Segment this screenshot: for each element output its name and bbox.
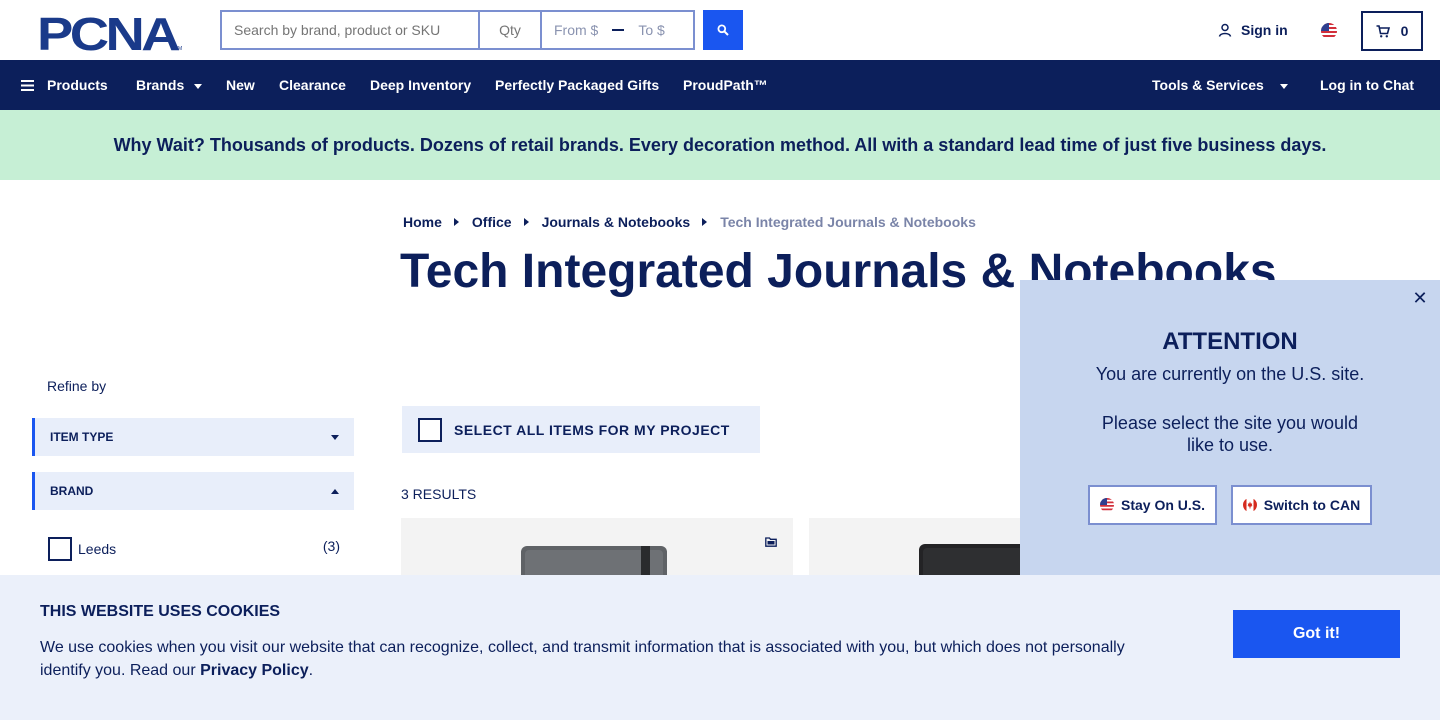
cart-icon bbox=[1376, 24, 1390, 37]
nav-clearance-label[interactable]: Clearance bbox=[279, 77, 346, 93]
nav-deep-inventory[interactable]: Deep Inventory bbox=[370, 60, 471, 110]
price-to[interactable]: To $ bbox=[638, 22, 664, 38]
refine-label: Refine by bbox=[47, 378, 107, 394]
select-all-label: SELECT ALL ITEMS FOR MY PROJECT bbox=[454, 421, 730, 438]
select-all-items[interactable]: SELECT ALL ITEMS FOR MY PROJECT bbox=[402, 406, 760, 453]
modal-title: ATTENTION bbox=[1162, 328, 1298, 355]
nav-brands[interactable]: Brands bbox=[136, 60, 203, 110]
nav-chat[interactable]: Log in to Chat bbox=[1320, 60, 1414, 110]
caret-right-icon bbox=[523, 218, 529, 226]
search-button[interactable] bbox=[703, 10, 743, 50]
nav-brands-label[interactable]: Brands bbox=[136, 77, 184, 93]
caret-right-icon bbox=[702, 218, 708, 226]
accept-cookies-button[interactable]: Got it! bbox=[1233, 610, 1400, 658]
caret-down-icon bbox=[194, 83, 203, 89]
facet-brand[interactable]: BRAND bbox=[32, 472, 354, 510]
dash-icon bbox=[612, 29, 625, 31]
nav-tools-label[interactable]: Tools & Services bbox=[1152, 77, 1264, 93]
search-bar: From $ To $ bbox=[220, 10, 695, 50]
nav-products-label[interactable]: Products bbox=[47, 77, 108, 93]
caret-up-icon bbox=[331, 488, 339, 494]
cookie-period: . bbox=[308, 662, 314, 679]
sign-in-label[interactable]: Sign in bbox=[1241, 22, 1288, 38]
switch-can-label[interactable]: Switch to CAN bbox=[1264, 497, 1360, 513]
nav-chat-label[interactable]: Log in to Chat bbox=[1320, 77, 1414, 93]
facet-label: BRAND bbox=[50, 484, 94, 498]
cookie-banner: THIS WEBSITE USES COOKIES We use cookies… bbox=[0, 575, 1440, 720]
results-count: 3 RESULTS bbox=[401, 486, 477, 502]
nav-clearance[interactable]: Clearance bbox=[279, 60, 346, 110]
nav-new-label[interactable]: New bbox=[226, 77, 255, 93]
search-input[interactable] bbox=[220, 10, 478, 50]
promo-banner-text: Why Wait? Thousands of products. Dozens … bbox=[113, 134, 1327, 155]
site-selection-modal: ✕ ATTENTION You are currently on the U.S… bbox=[1020, 280, 1440, 580]
close-icon[interactable]: ✕ bbox=[1410, 288, 1430, 308]
switch-can-button[interactable]: Switch to CAN bbox=[1231, 485, 1372, 525]
facet-option-label: Leeds bbox=[78, 541, 117, 557]
breadcrumb-office[interactable]: Office bbox=[472, 214, 512, 230]
user-icon bbox=[1218, 23, 1232, 37]
sign-in-link[interactable]: Sign in bbox=[1218, 22, 1288, 38]
nav-new[interactable]: New bbox=[226, 60, 255, 110]
logo-tm: TM bbox=[175, 46, 182, 52]
modal-select-site-text: Please select the site you would like to… bbox=[1101, 413, 1359, 455]
qty-input[interactable] bbox=[478, 10, 540, 50]
facet-item-type[interactable]: ITEM TYPE bbox=[32, 418, 354, 456]
leeds-checkbox[interactable] bbox=[48, 537, 72, 561]
nav-products[interactable]: Products bbox=[21, 60, 108, 110]
nav-gifts[interactable]: Perfectly Packaged Gifts bbox=[495, 60, 659, 110]
price-range[interactable]: From $ To $ bbox=[540, 10, 695, 50]
logo-text: PCNA bbox=[37, 12, 179, 52]
search-icon bbox=[717, 24, 729, 36]
nav-gifts-label[interactable]: Perfectly Packaged Gifts bbox=[495, 77, 659, 93]
modal-current-site-text: You are currently on the U.S. site. bbox=[1095, 364, 1365, 384]
promo-banner: Why Wait? Thousands of products. Dozens … bbox=[0, 110, 1440, 180]
stay-us-button[interactable]: Stay On U.S. bbox=[1088, 485, 1217, 525]
select-all-checkbox[interactable] bbox=[418, 417, 442, 442]
cart-button[interactable]: 0 bbox=[1361, 11, 1423, 51]
breadcrumb-current: Tech Integrated Journals & Notebooks bbox=[720, 214, 976, 230]
caret-down-icon bbox=[331, 434, 339, 440]
cookie-text: We use cookies when you visit our websit… bbox=[40, 636, 1150, 682]
us-flag-icon bbox=[1099, 498, 1114, 512]
cookie-title: THIS WEBSITE USES COOKIES bbox=[40, 603, 281, 620]
price-from[interactable]: From $ bbox=[554, 22, 598, 38]
cart-count: 0 bbox=[1400, 23, 1409, 39]
nav-tools[interactable]: Tools & Services bbox=[1152, 60, 1288, 110]
breadcrumb: Home Office Journals & Notebooks Tech In… bbox=[403, 214, 976, 230]
site-header: PCNA TM From $ To $ Sign in bbox=[0, 0, 1440, 60]
canada-flag-icon bbox=[1242, 498, 1257, 512]
folder-icon[interactable] bbox=[765, 534, 777, 552]
privacy-policy-link[interactable]: Privacy Policy bbox=[200, 662, 309, 679]
hamburger-icon bbox=[21, 79, 34, 91]
nav-proudpath[interactable]: ProudPath™ bbox=[683, 60, 768, 110]
nav-deep-inventory-label[interactable]: Deep Inventory bbox=[370, 77, 471, 93]
facet-label: ITEM TYPE bbox=[50, 430, 114, 444]
main-nav: Products Brands New Clearance Deep Inven… bbox=[0, 60, 1440, 110]
caret-down-icon bbox=[1279, 83, 1288, 89]
nav-proudpath-label[interactable]: ProudPath™ bbox=[683, 77, 768, 93]
us-flag-icon[interactable] bbox=[1321, 23, 1337, 39]
facet-option-leeds[interactable]: Leeds (3) bbox=[48, 537, 340, 561]
breadcrumb-journals[interactable]: Journals & Notebooks bbox=[542, 214, 691, 230]
pcna-logo[interactable]: PCNA TM bbox=[37, 8, 185, 60]
breadcrumb-home[interactable]: Home bbox=[403, 214, 442, 230]
facet-option-count: (3) bbox=[322, 538, 340, 554]
stay-us-label[interactable]: Stay On U.S. bbox=[1121, 497, 1205, 513]
caret-right-icon bbox=[453, 218, 459, 226]
